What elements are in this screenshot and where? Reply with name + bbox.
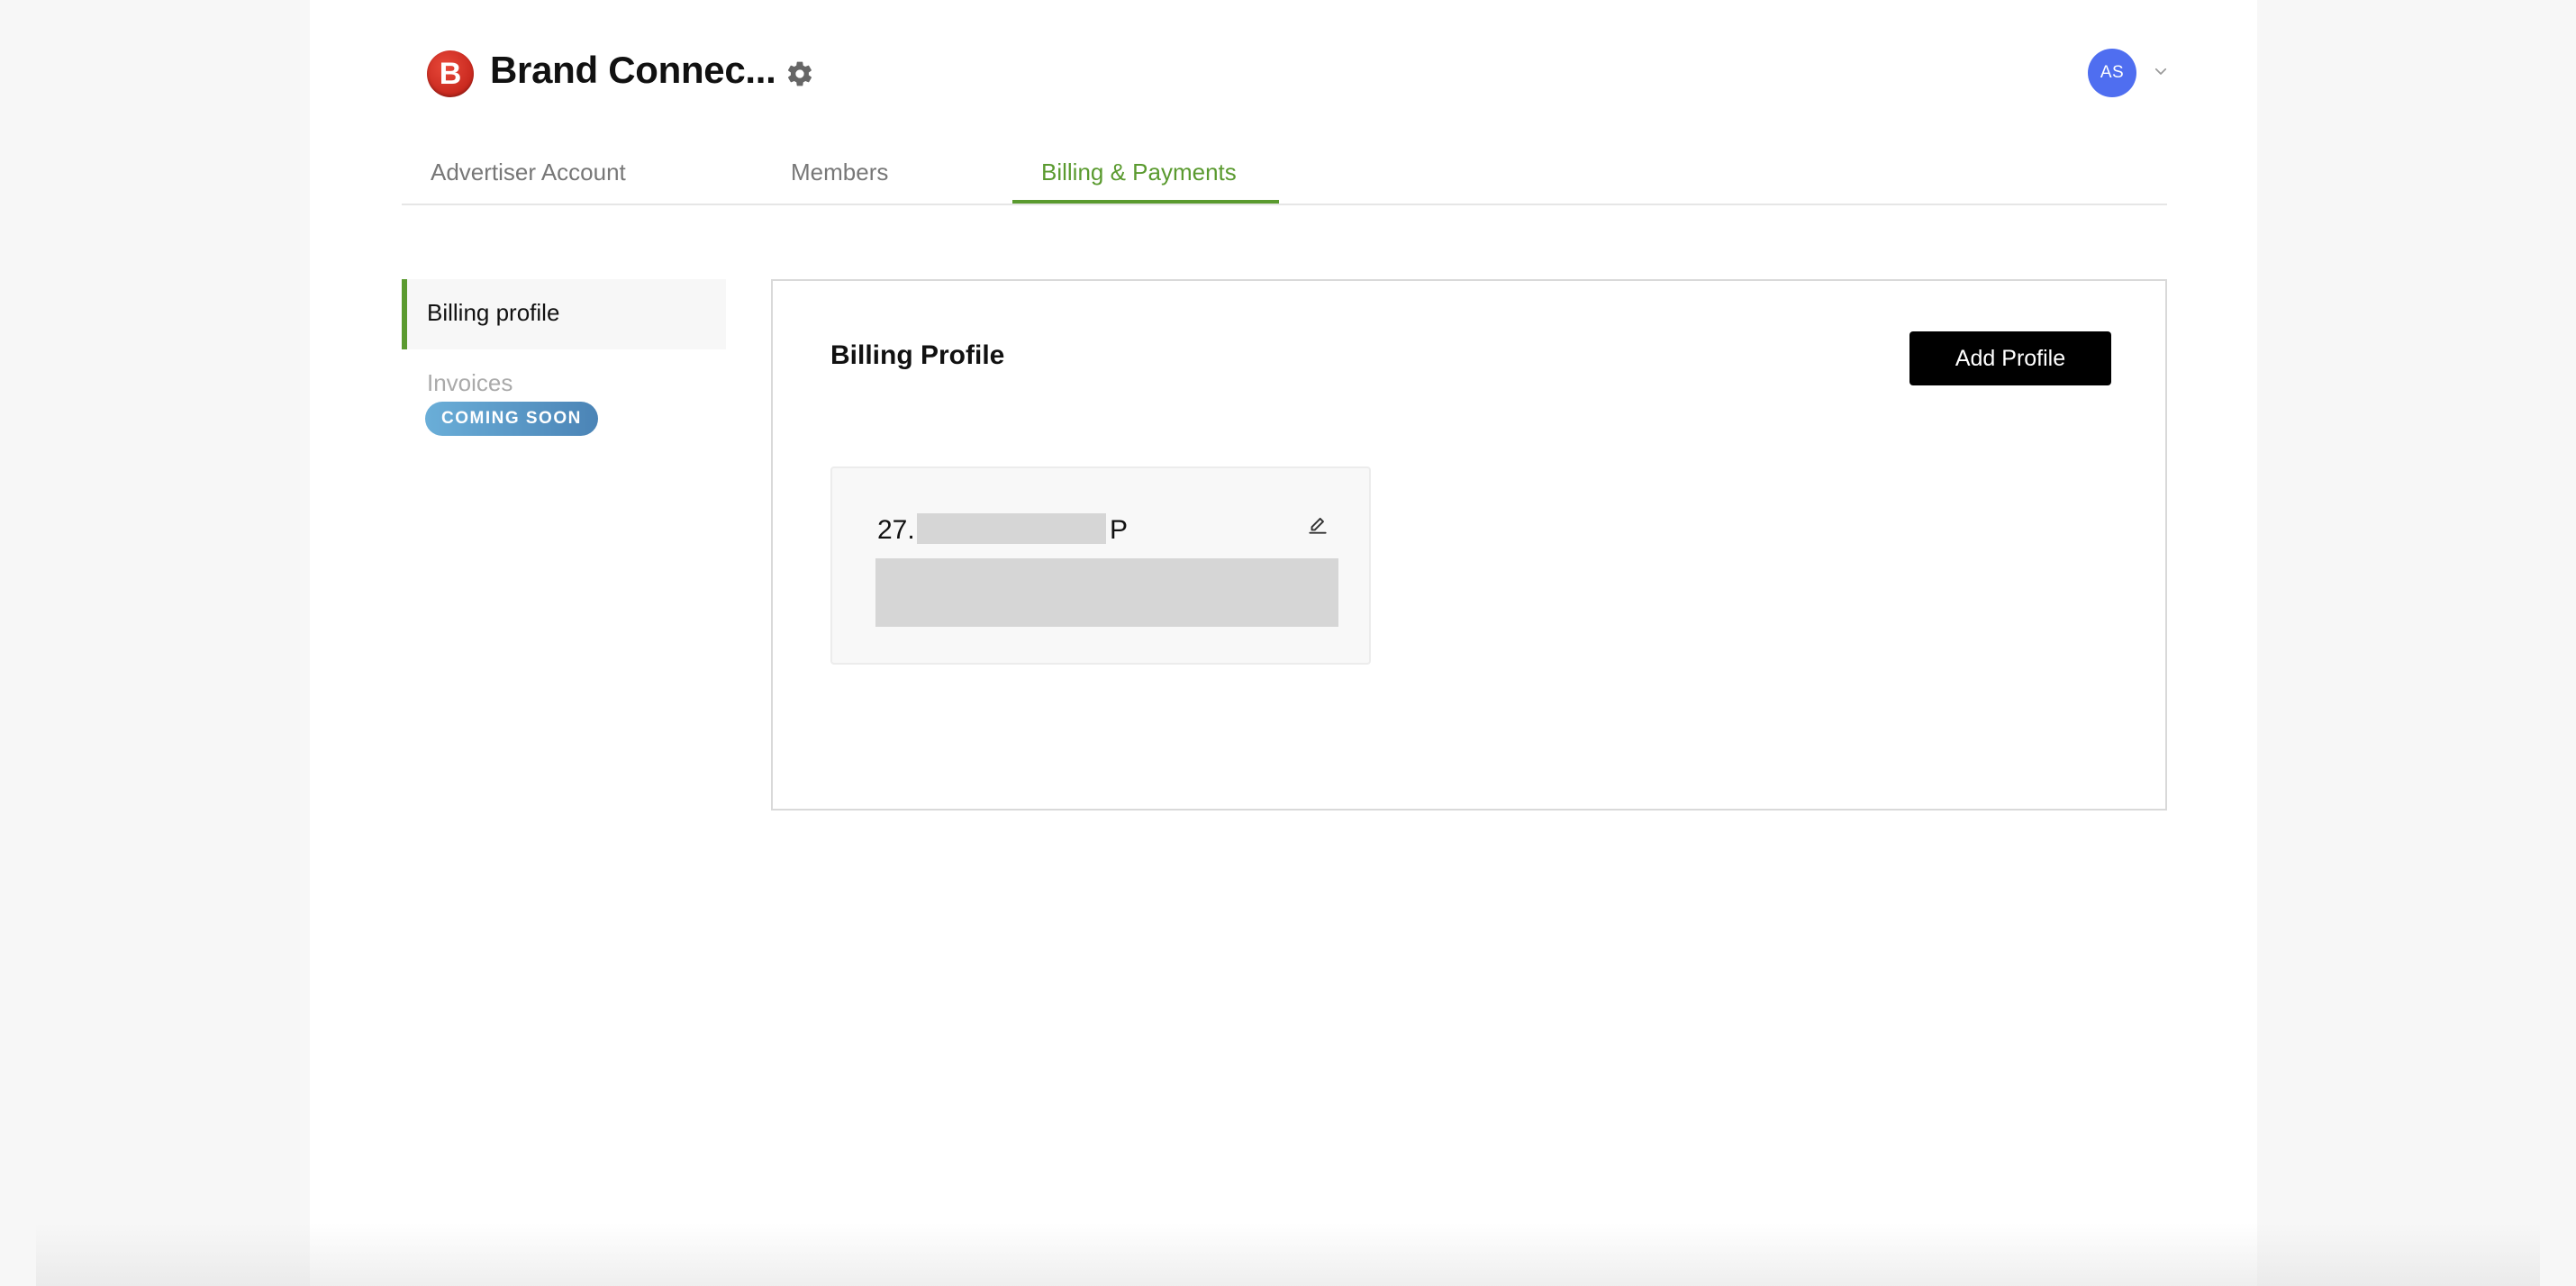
- user-avatar[interactable]: AS: [2088, 49, 2136, 97]
- profile-name-suffix: P: [1110, 515, 1129, 545]
- profile-name-prefix: 27.: [877, 515, 915, 545]
- sidebar-item-label: Billing profile: [427, 299, 560, 326]
- coming-soon-badge: COMING SOON: [425, 402, 598, 436]
- chevron-down-icon[interactable]: [2153, 63, 2169, 79]
- brand-logo-letter: B: [439, 56, 462, 91]
- add-profile-button[interactable]: Add Profile: [1909, 331, 2111, 385]
- sidebar-item-billing-profile[interactable]: Billing profile: [402, 279, 726, 349]
- tab-advertiser-account[interactable]: Advertiser Account: [431, 158, 626, 205]
- account-tabs: Advertiser Account Members Billing & Pay…: [402, 144, 2167, 205]
- brand-logo: B: [427, 50, 474, 97]
- active-tab-indicator: [1012, 200, 1279, 204]
- avatar-initials: AS: [2100, 63, 2125, 82]
- pencil-icon[interactable]: [1306, 513, 1329, 537]
- sidebar-item-invoices: Invoices: [427, 369, 513, 396]
- redacted-profile-name: [917, 513, 1106, 544]
- redacted-profile-details: [875, 558, 1338, 627]
- account-title: Brand Connec...: [490, 49, 776, 91]
- tab-members[interactable]: Members: [791, 158, 888, 205]
- panel-title: Billing Profile: [830, 340, 1005, 370]
- gear-icon[interactable]: [785, 59, 814, 88]
- tab-billing-payments[interactable]: Billing & Payments: [1041, 158, 1237, 205]
